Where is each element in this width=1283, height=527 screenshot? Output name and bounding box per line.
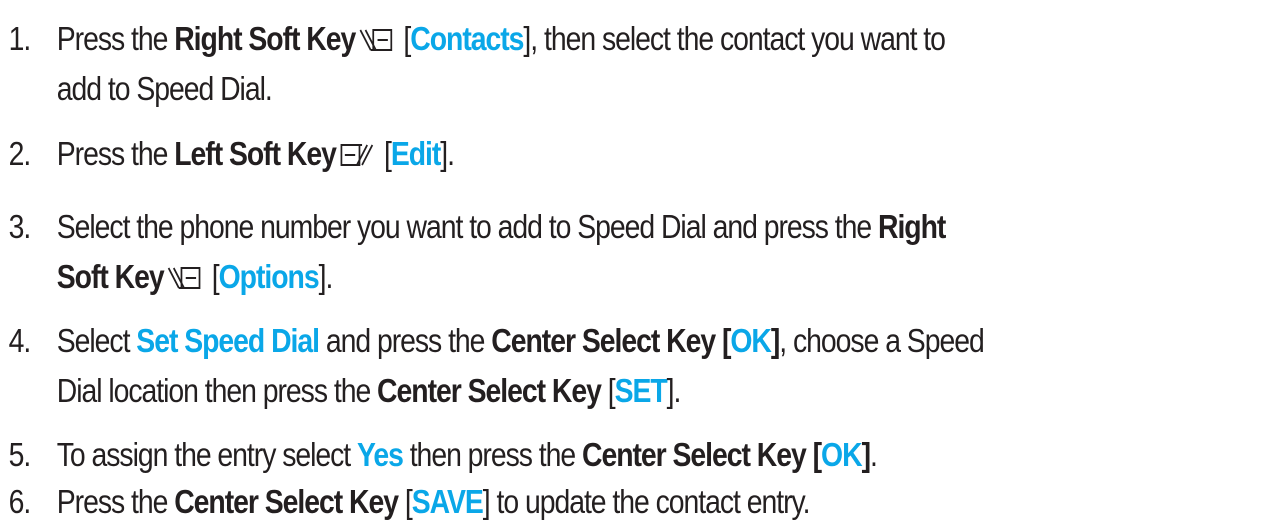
key-name: Center Select Key [ (581, 436, 822, 473)
action-label: Edit (390, 135, 442, 172)
action-label: SET (614, 372, 668, 409)
step-4-line-2: Dial location then press the Center Sele… (0, 366, 682, 416)
action-label: OK (821, 436, 863, 473)
key-name: Left Soft Key (174, 135, 337, 172)
left-soft-key-icon (339, 142, 373, 168)
action-label: OK (730, 322, 772, 359)
step-2-line-1: 2. Press the Left Soft Key [Edit]. (0, 129, 455, 179)
key-name: Center Select Key (377, 372, 602, 409)
step-text: To assign the entry select (56, 436, 358, 473)
bracket-open: [ (396, 20, 411, 57)
key-name: Center Select Key (174, 483, 399, 520)
bracket-open: [ (398, 483, 413, 520)
step-text: Press the (56, 483, 175, 520)
instruction-steps: 1. Press the Right Soft Key [Contacts], t… (0, 0, 1283, 527)
step-6-line-1: 6. Press the Center Select Key [SAVE] to … (0, 477, 811, 527)
step-number: 1. (8, 20, 32, 57)
step-4-line-1: 4. Select Set Speed Dial and press the Ce… (0, 316, 985, 366)
step-1-line-2: add to Speed Dial. (0, 64, 273, 114)
bracket-open: [ (600, 372, 616, 409)
action-label: Yes (357, 436, 404, 473)
step-text: Press the (56, 135, 175, 172)
step-text: Select (56, 322, 137, 359)
step-text: , choose a Speed (779, 322, 984, 359)
step-number: 4. (8, 322, 32, 359)
action-label: SAVE (411, 483, 484, 520)
step-number: 5. (8, 436, 32, 473)
step-1-line-1: 1. Press the Right Soft Key [Contacts], t… (0, 14, 946, 64)
step-number: 3. (8, 208, 32, 245)
step-text: add to Speed Dial. (56, 70, 273, 107)
bracket-close: ] (861, 436, 871, 473)
step-number: 2. (8, 135, 32, 172)
action-label: Options (218, 258, 320, 295)
key-name: Right Soft Key (174, 20, 356, 57)
step-text: then press the (402, 436, 582, 473)
step-3-line-2: Soft Key [Options]. (0, 252, 334, 302)
step-text: ]. (318, 258, 334, 295)
step-5-line-1: 5. To assign the entry select Yes then pr… (0, 430, 878, 480)
key-name: Soft Key (56, 258, 165, 295)
key-name: Center Select Key [ (491, 322, 731, 359)
bracket-open: [ (204, 258, 220, 295)
right-soft-key-icon (359, 27, 393, 53)
key-name: Right (877, 208, 946, 245)
step-3-line-1: 3. Select the phone number you want to ad… (0, 202, 947, 252)
step-text: Press the (56, 20, 175, 57)
step-text: ]. (666, 372, 682, 409)
step-text: ] to update the contact entry. (482, 483, 811, 520)
step-text: Select the phone number you want to add … (56, 208, 878, 245)
step-text: ]. (440, 135, 455, 172)
right-soft-key-icon (167, 265, 201, 291)
step-text: ], then select the contact you want to (523, 20, 945, 57)
bracket-close: ] (770, 322, 780, 359)
action-label: Contacts (410, 20, 524, 57)
step-text: Dial location then press the (56, 372, 378, 409)
step-text: . (869, 436, 878, 473)
action-label: Set Speed Dial (136, 322, 320, 359)
bracket-open: [ (377, 135, 392, 172)
step-text: and press the (319, 322, 492, 359)
step-number: 6. (8, 483, 32, 520)
